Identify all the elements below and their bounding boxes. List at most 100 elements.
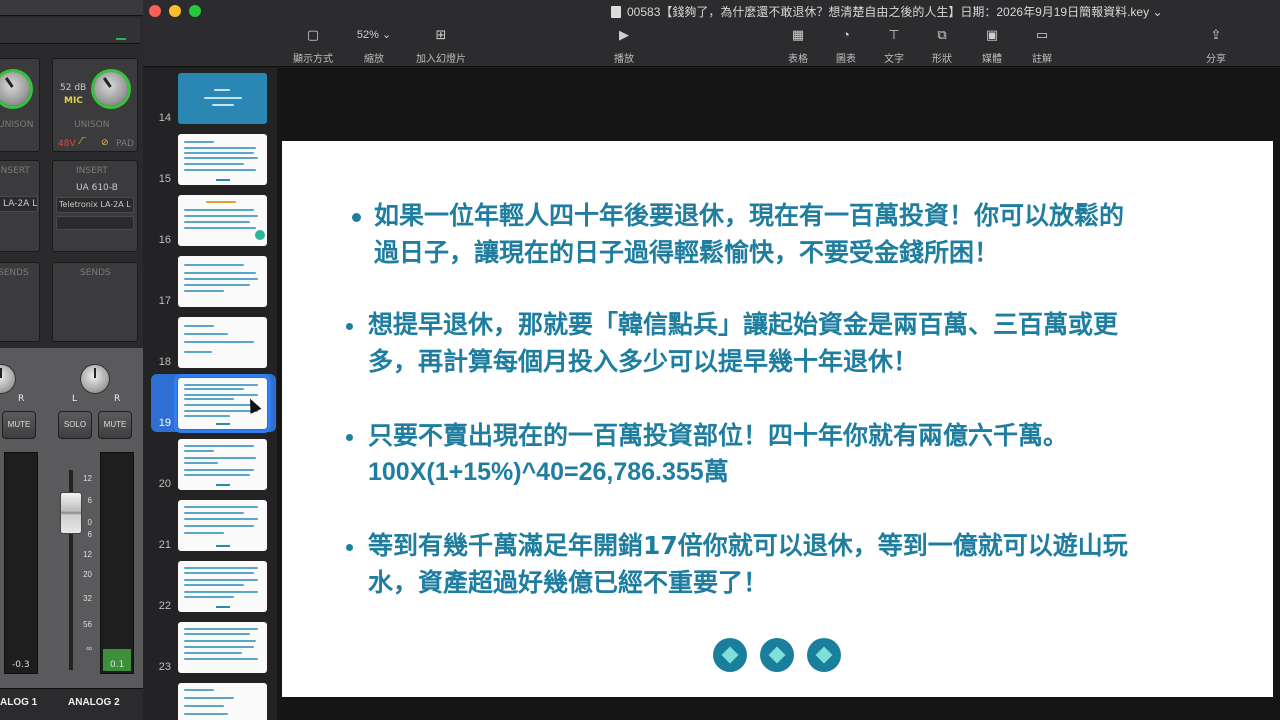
channel-name-bar: ALOG 1 ANALOG 2 — [0, 688, 143, 720]
slide-thumbnail[interactable] — [178, 317, 267, 368]
mic-input-label: MIC — [64, 96, 83, 106]
table-button[interactable]: ▦ 表格 — [779, 26, 817, 65]
sidebar-icon: ▢ — [306, 27, 320, 42]
channel-1-pan-right: R — [18, 394, 25, 404]
gain-readout: 52 dB — [60, 83, 87, 93]
zoom-chevron-icon: ⌄ — [381, 29, 392, 41]
channel-1-peak-readout: -0.3 — [12, 660, 30, 670]
media-button[interactable]: ▣ 媒體 — [973, 26, 1011, 65]
slide-number-selected: 19 — [158, 417, 171, 429]
channel-1-name: ALOG 1 — [0, 697, 38, 708]
channel-1-mute-button[interactable]: MUTE — [2, 411, 36, 439]
slide-thumbnail[interactable] — [178, 622, 267, 673]
insert-slot-2[interactable]: Teletronix LA-2A L — [56, 197, 134, 213]
diamond-icon — [807, 638, 841, 672]
scale-20: 20 — [83, 570, 92, 579]
bullet-item[interactable]: 只要不賣出現在的一百萬投資部位！四十年你就有兩億六千萬。 100X(1+15%)… — [346, 417, 1246, 491]
channel-2-sends-label: SENDS — [80, 268, 111, 278]
slide-thumbnail[interactable] — [178, 439, 267, 490]
shape-button[interactable]: ⧉ 形狀 — [923, 26, 961, 65]
keynote-window: 00583【錢夠了，為什麼還不敢退休？想清楚自由之後的人生】日期：2026年9月… — [143, 0, 1280, 720]
title-bar: 00583【錢夠了，為什麼還不敢退休？想清楚自由之後的人生】日期：2026年9月… — [143, 0, 1280, 67]
slide-canvas: 如果一位年輕人四十年後要退休，現在有一百萬投資！你可以放鬆的 過日子，讓現在的日… — [277, 68, 1280, 720]
chart-icon: ◔ — [842, 27, 850, 42]
slide-number: 21 — [158, 539, 171, 551]
insert-slot-3[interactable] — [56, 216, 134, 230]
slide-number: 16 — [158, 234, 171, 246]
comment-button[interactable]: ▭ 註解 — [1023, 26, 1061, 65]
share-icon: ⇪ — [1210, 27, 1222, 42]
window-title[interactable]: 00583【錢夠了，為什麼還不敢退休？想清楚自由之後的人生】日期：2026年9月… — [611, 3, 1163, 20]
insert-unison-plugin[interactable]: UA 610-B — [76, 183, 118, 193]
bullet-item[interactable]: 等到有幾千萬滿足年開銷17倍你就可以退休，等到一億就可以遊山玩 水，資產超過好幾… — [346, 527, 1246, 601]
channel-2-meter — [100, 452, 134, 674]
channel-2-gain-knob[interactable] — [94, 72, 128, 106]
channel-2-solo-button[interactable]: SOLO — [58, 411, 92, 439]
media-icon: ▣ — [985, 27, 999, 42]
slide-thumbnail[interactable] — [178, 73, 267, 124]
title-chevron-icon: ⌄ — [1152, 5, 1163, 19]
diamond-icon — [760, 638, 794, 672]
shape-icon: ⧉ — [937, 27, 947, 42]
channel-2-unison-label: UNISON — [74, 120, 110, 130]
pad-button[interactable]: PAD — [116, 139, 134, 149]
add-slide-icon: ⊞ — [435, 27, 447, 42]
channel-1-preamp — [0, 58, 40, 152]
bullet-dot — [346, 323, 353, 330]
slide-thumbnail[interactable] — [178, 683, 267, 720]
scale-0: 0 — [87, 518, 92, 527]
play-icon: ▶ — [619, 27, 629, 42]
scale-infinity: ∞ — [86, 644, 92, 653]
slide-thumbnail[interactable] — [178, 500, 267, 551]
add-slide-button[interactable]: ⊞ 加入幻燈片 — [405, 26, 477, 65]
comment-icon: ▭ — [1035, 27, 1049, 42]
scale-12-bottom: 12 — [83, 550, 92, 559]
zoom-window-button[interactable] — [189, 5, 201, 17]
text-icon: ⊤ — [888, 27, 900, 42]
slide-thumbnail[interactable] — [178, 561, 267, 612]
bullet-item[interactable]: 想提早退休，那就要「韓信點兵」讓起始資金是兩百萬、三百萬或更 多，再計算每個月投… — [346, 306, 1246, 380]
slide-number: 15 — [158, 173, 171, 185]
bullet-dot — [346, 434, 353, 441]
slide-number: 23 — [158, 661, 171, 673]
channel-1-sends-label: SENDS — [0, 268, 29, 278]
slide-thumbnail[interactable] — [178, 256, 267, 307]
audio-console-window: UNISON INSERT LA-2A L SENDS 52 dB MIC UN… — [0, 0, 143, 720]
slide-navigator: 14 15 16 17 18 19 20 21 22 23 — [143, 68, 277, 720]
console-header — [0, 18, 140, 44]
channel-2-mute-button[interactable]: MUTE — [98, 411, 132, 439]
scale-12-top: 12 — [83, 474, 92, 483]
current-slide[interactable]: 如果一位年輕人四十年後要退休，現在有一百萬投資！你可以放鬆的 過日子，讓現在的日… — [282, 141, 1273, 697]
slide-thumbnail[interactable] — [178, 195, 267, 246]
channel-1-insert-label: INSERT — [0, 166, 30, 176]
slide-thumbnail[interactable] — [178, 134, 267, 185]
scale-6-top: 6 — [87, 496, 92, 505]
play-button[interactable]: ▶ 播放 — [603, 26, 645, 65]
table-icon: ▦ — [791, 27, 805, 42]
view-button[interactable]: ▢ 顯示方式 — [284, 26, 342, 65]
slide-number: 18 — [158, 356, 171, 368]
slide-number: 17 — [158, 295, 171, 307]
channel-2-pan-knob[interactable] — [80, 364, 110, 394]
close-button[interactable] — [149, 5, 161, 17]
bullet-item[interactable]: 如果一位年輕人四十年後要退休，現在有一百萬投資！你可以放鬆的 過日子，讓現在的日… — [352, 197, 1252, 271]
share-button[interactable]: ⇪ 分享 — [1197, 26, 1235, 65]
highpass-icon[interactable]: ⁄‾ — [80, 137, 86, 147]
channel-2-name: ANALOG 2 — [68, 697, 120, 708]
phantom-power-button[interactable]: 48V — [58, 139, 76, 149]
slide-number: 22 — [158, 600, 171, 612]
zoom-button[interactable]: 52% ⌄ 縮放 — [346, 26, 402, 65]
channel-1-meter — [4, 452, 38, 674]
text-button[interactable]: ⊤ 文字 — [875, 26, 913, 65]
polarity-icon[interactable]: ⊘ — [101, 138, 109, 148]
minimize-button[interactable] — [169, 5, 181, 17]
channel-1-insert-slot[interactable]: LA-2A L — [0, 196, 38, 212]
diamond-icon — [713, 638, 747, 672]
scale-56: 56 — [83, 620, 92, 629]
channel-1-unison-label: UNISON — [0, 120, 34, 130]
slide-number: 20 — [158, 478, 171, 490]
channel-2-peak-readout: 0.1 — [110, 660, 125, 670]
scale-32: 32 — [83, 594, 92, 603]
chart-button[interactable]: ◔ 圖表 — [827, 26, 865, 65]
channel-2-pan-right: R — [114, 394, 121, 404]
